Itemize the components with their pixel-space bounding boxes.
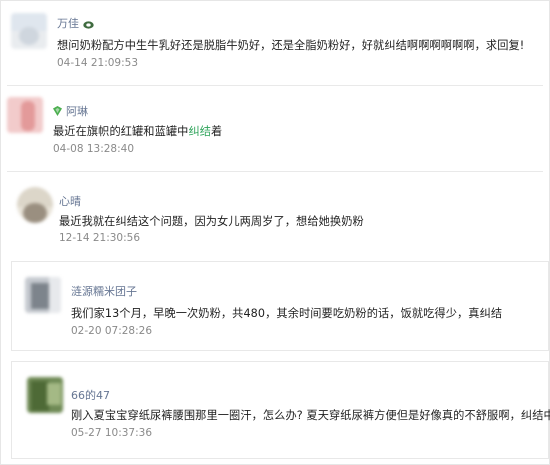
highlight-keyword: 纠结 xyxy=(188,125,212,138)
comment-text: 我们家13个月，早晚一次奶粉，共480，其余时间要吃奶粉的话，饭就吃得少，真纠结 xyxy=(71,307,503,320)
comment-author: 涟源糯米团子 xyxy=(71,283,137,299)
vip-icon xyxy=(83,19,94,29)
avatar[interactable] xyxy=(17,187,53,223)
avatar[interactable] xyxy=(27,377,63,413)
comment-item: 66的47 刚入夏宝宝穿纸尿裤腰围那里一圈汗，怎么办? 夏天穿纸尿裤方便但是好像… xyxy=(1,363,550,459)
divider xyxy=(7,85,543,86)
comment-list: 万佳 想问奶粉配方中生牛乳好还是脱脂牛奶好，还是全脂奶粉好，好就纠结啊啊啊啊啊啊… xyxy=(0,0,550,465)
comment-text: 刚入夏宝宝穿纸尿裤腰围那里一圈汗，怎么办? 夏天穿纸尿裤方便但是好像真的不舒服啊… xyxy=(71,409,550,422)
author-name[interactable]: 阿琳 xyxy=(66,103,88,119)
comment-item: 心晴 最近我就在纠结这个问题，因为女儿两周岁了，想给她换奶粉 12-14 21:… xyxy=(1,175,549,255)
comment-time: 05-27 10:37:36 xyxy=(71,427,153,439)
author-name[interactable]: 万佳 xyxy=(57,15,79,31)
comment-text: 最近在旗帜的红罐和蓝罐中纠结着 xyxy=(53,123,222,139)
comment-item: 阿琳 最近在旗帜的红罐和蓝罐中纠结着 04-08 13:28:40 xyxy=(1,89,549,169)
divider xyxy=(7,171,543,172)
comment-text-part: 着 xyxy=(211,125,223,138)
comment-time: 04-14 21:09:53 xyxy=(57,57,139,69)
comment-item: 涟源糯米团子 我们家13个月，早晚一次奶粉，共480，其余时间要吃奶粉的话，饭就… xyxy=(1,263,549,349)
author-name[interactable]: 心晴 xyxy=(59,193,81,209)
comment-time: 12-14 21:30:56 xyxy=(59,232,141,244)
comment-text: 想问奶粉配方中生牛乳好还是脱脂牛奶好，还是全脂奶粉好，好就纠结啊啊啊啊啊啊，求回… xyxy=(57,39,525,52)
comment-author: 阿琳 xyxy=(53,103,88,119)
comment-author: 万佳 xyxy=(57,15,94,31)
comment-item: 万佳 想问奶粉配方中生牛乳好还是脱脂牛奶好，还是全脂奶粉好，好就纠结啊啊啊啊啊啊… xyxy=(1,1,549,81)
comment-time: 04-08 13:28:40 xyxy=(53,143,135,155)
comment-text-part: 最近在旗帜的红罐和蓝罐中 xyxy=(53,125,189,138)
author-name[interactable]: 涟源糯米团子 xyxy=(71,283,137,299)
comment-time: 02-20 07:28:26 xyxy=(71,325,153,337)
comment-text: 最近我就在纠结这个问题，因为女儿两周岁了，想给她换奶粉 xyxy=(59,215,364,228)
comment-author: 心晴 xyxy=(59,193,81,209)
avatar[interactable] xyxy=(11,13,47,49)
avatar[interactable] xyxy=(25,277,61,313)
badge-icon xyxy=(53,106,62,116)
comment-author: 66的47 xyxy=(71,387,110,403)
avatar[interactable] xyxy=(7,97,43,133)
author-name[interactable]: 66的47 xyxy=(71,387,110,403)
